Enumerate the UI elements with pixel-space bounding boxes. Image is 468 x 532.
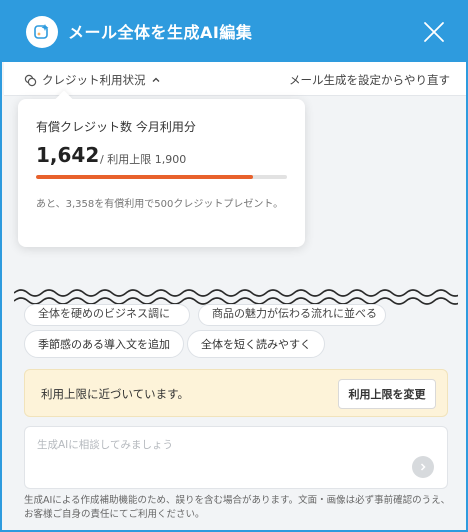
suggestion-chip-label: 全体を短く読みやすく [201, 338, 311, 351]
regenerate-from-settings-link[interactable]: メール生成を設定からやり直す [289, 72, 450, 88]
credit-limit-text: / 利用上限 1,900 [100, 153, 187, 166]
suggestion-chip-cut-2[interactable]: 商品の魅力が伝わる流れに並べる [198, 304, 386, 326]
credit-usage-toggle[interactable]: クレジット利用状況 [24, 71, 161, 89]
credit-bonus-note: あと、3,358を有償利用で500クレジットプレゼント。 [36, 199, 284, 210]
credit-usage-popover: 有償クレジット数 今月利用分 1,642 / 利用上限 1,900 あと、3,3… [18, 90, 305, 247]
suggestion-chip-label: 全体を硬めのビジネス調に [38, 307, 170, 320]
warning-text: 利用上限に近づいています。 [41, 387, 190, 401]
chat-input-box [24, 426, 448, 489]
credit-usage-label: クレジット利用状況 [42, 73, 146, 87]
send-button[interactable] [412, 456, 434, 478]
panel-header: メール全体を生成AI編集 [2, 0, 466, 62]
credit-used-count: 1,642 [36, 143, 100, 167]
close-button[interactable] [422, 20, 446, 44]
close-icon [424, 22, 444, 42]
credit-progress-fill [36, 175, 253, 179]
coins-icon [24, 74, 37, 86]
change-limit-button[interactable]: 利用上限を変更 [338, 379, 436, 409]
suggestion-chip-label: 季節感のある導入文を追加 [38, 338, 170, 351]
suggestion-chip-cut-1[interactable]: 全体を硬めのビジネス調に [24, 304, 190, 326]
chat-input[interactable] [37, 435, 407, 455]
suggestion-chip-seasonal-intro[interactable]: 季節感のある導入文を追加 [24, 330, 184, 358]
suggestion-chip-label: 商品の魅力が伝わる流れに並べる [212, 307, 377, 320]
ai-disclaimer: 生成AIによる作成補助機能のため、誤りを含む場合があります。文面・画像は必ず事前… [24, 495, 451, 520]
ai-edit-panel: メール全体を生成AI編集 クレジット利用状況 メール生成を設定からやり直す 有償… [0, 0, 468, 532]
suggestion-chip-shorten[interactable]: 全体を短く読みやすく [187, 330, 325, 358]
chevron-right-icon [420, 463, 426, 471]
sparkle-edit-icon [26, 16, 58, 48]
chevron-up-icon [152, 77, 159, 82]
credit-progress-bar [36, 175, 287, 179]
usage-limit-warning: 利用上限に近づいています。 利用上限を変更 [24, 369, 448, 417]
panel-title: メール全体を生成AI編集 [68, 23, 253, 42]
credit-bar: クレジット利用状況 メール生成を設定からやり直す [4, 62, 466, 96]
paid-credit-heading: 有償クレジット数 今月利用分 [36, 120, 196, 134]
